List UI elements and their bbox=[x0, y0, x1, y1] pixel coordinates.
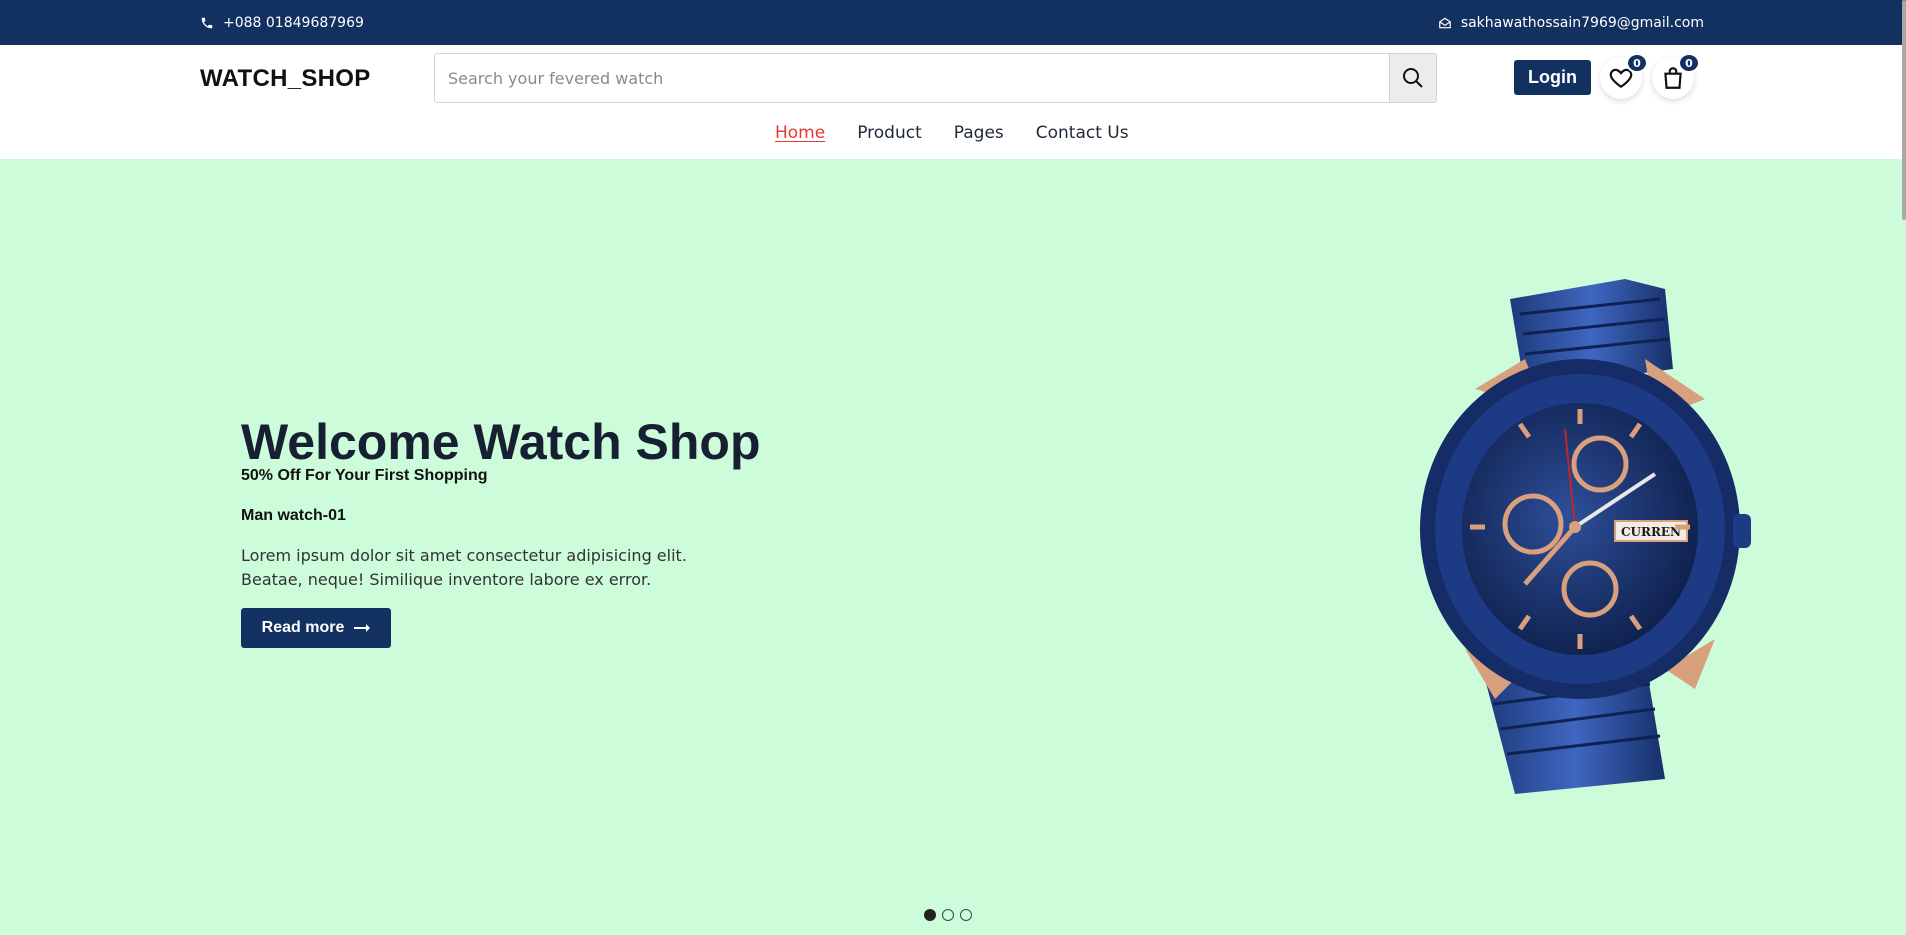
slider-pagination bbox=[924, 909, 972, 921]
watch-brand-text: CURREN bbox=[1621, 525, 1681, 539]
nav-item-product: Product bbox=[857, 123, 922, 143]
contact-email[interactable]: sakhawathossain7969@gmail.com bbox=[1438, 0, 1704, 45]
phone-icon bbox=[201, 17, 213, 28]
page-scrollbar[interactable] bbox=[1902, 0, 1906, 220]
main-header: WATCH_SHOP Login 0 0 bbox=[0, 45, 1906, 113]
phone-text: +088 01849687969 bbox=[223, 14, 364, 31]
arrow-right-icon bbox=[354, 624, 371, 632]
nav-link-product[interactable]: Product bbox=[857, 123, 922, 143]
hero-slider: Welcome Watch Shop 50% Off For Your Firs… bbox=[0, 159, 1906, 935]
nav-item-pages: Pages bbox=[954, 123, 1004, 143]
nav-list: Home Product Pages Contact Us bbox=[775, 123, 1129, 143]
wishlist-button[interactable]: 0 bbox=[1600, 53, 1648, 99]
contact-phone[interactable]: +088 01849687969 bbox=[200, 0, 364, 45]
nav-item-contact: Contact Us bbox=[1036, 123, 1129, 143]
slider-dot-1[interactable] bbox=[924, 909, 936, 921]
nav-item-home: Home bbox=[775, 123, 825, 143]
read-more-button[interactable]: Read more bbox=[241, 608, 391, 648]
slider-dot-3[interactable] bbox=[960, 909, 972, 921]
search-button[interactable] bbox=[1389, 54, 1436, 102]
main-nav: Home Product Pages Contact Us bbox=[0, 113, 1906, 159]
hero-product-name: Man watch-01 bbox=[241, 507, 346, 524]
hero-description: Lorem ipsum dolor sit amet consectetur a… bbox=[241, 546, 687, 589]
slider-dot-2[interactable] bbox=[942, 909, 954, 921]
search-icon bbox=[1403, 68, 1423, 88]
read-more-label: Read more bbox=[261, 619, 345, 636]
wishlist-count-badge: 0 bbox=[1626, 53, 1648, 73]
search-bar bbox=[434, 53, 1437, 103]
cart-button[interactable]: 0 bbox=[1652, 53, 1700, 99]
cart-count-badge: 0 bbox=[1678, 53, 1700, 73]
watch-image: CURREN bbox=[1420, 279, 1751, 794]
search-input[interactable] bbox=[435, 54, 1389, 102]
site-logo[interactable]: WATCH_SHOP bbox=[200, 65, 371, 93]
hero-offer: 50% Off For Your First Shopping bbox=[241, 467, 488, 484]
nav-link-contact[interactable]: Contact Us bbox=[1036, 123, 1129, 143]
email-text: sakhawathossain7969@gmail.com bbox=[1460, 14, 1704, 31]
envelope-icon bbox=[1438, 17, 1451, 28]
top-bar: +088 01849687969 sakhawathossain7969@gma… bbox=[0, 0, 1906, 45]
nav-link-pages[interactable]: Pages bbox=[954, 123, 1004, 143]
hero-title: Welcome Watch Shop bbox=[241, 414, 761, 470]
login-button[interactable]: Login bbox=[1514, 60, 1591, 95]
nav-link-home[interactable]: Home bbox=[775, 123, 825, 143]
